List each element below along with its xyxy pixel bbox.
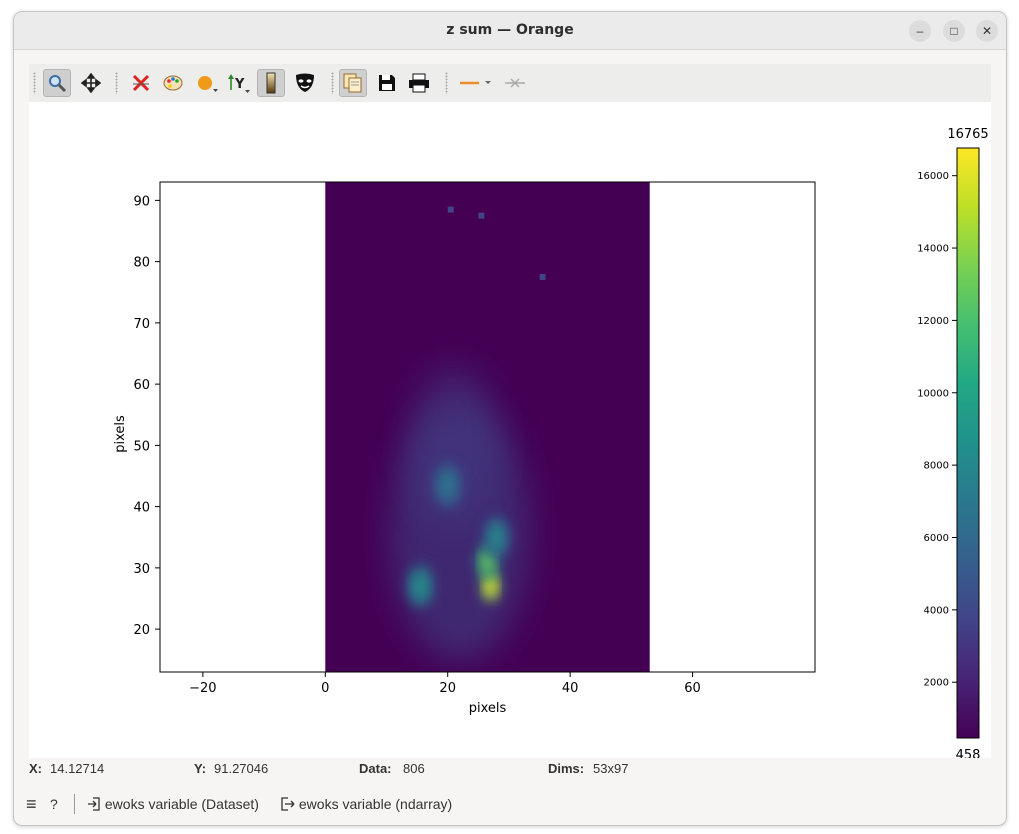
y-tick-label: 40 [133,501,150,516]
toolbar-separator [445,72,448,94]
widget-bottom-bar: ≡ ? ewoks variable (Dataset) ewoks varia… [14,791,1006,819]
x-tick-label: 60 [684,681,701,696]
x-tick-label: 40 [562,681,579,696]
y-tick-label: 20 [133,623,150,638]
line-style-button[interactable] [457,69,497,97]
colorbar-tick-label: 4000 [924,605,949,616]
status-bar: X: 14.12714 Y: 91.27046 Data: 806 Dims: … [14,758,1006,780]
y-coord-label: Y: [194,761,207,776]
heatmap-hotspot [412,572,428,601]
colorbar-button[interactable] [257,69,285,97]
close-button[interactable]: ✕ [976,20,998,42]
data-value: 806 [403,761,425,776]
colorbar-tick-label: 2000 [924,678,949,689]
print-button[interactable] [405,69,433,97]
pan-button[interactable] [77,69,105,97]
colorbar-tick-label: 10000 [917,388,949,399]
input-arrow-icon [88,797,100,811]
toolbar-grip [33,72,36,94]
help-icon[interactable]: ? [50,796,58,812]
reset-zoom-icon [132,74,150,92]
mask-icon [296,73,314,92]
heatmap-hot-pixel [447,206,454,213]
colormap-icon [163,75,183,91]
y-tick-label: 90 [133,194,150,209]
input-signal[interactable]: ewoks variable (Dataset) [87,796,259,812]
menu-icon[interactable]: ≡ [26,795,37,813]
x-axis-label: pixels [469,701,507,716]
colorbar-icon [266,72,276,94]
y-tick-label: 50 [133,439,150,454]
app-window: z sum — Orange – □ ✕ Y −20 0 20 40 60 20… [13,11,1007,826]
copy-icon [343,73,362,93]
plot-toolbar: Y [29,64,991,103]
maximize-button[interactable]: □ [943,20,965,42]
x-tick-label: −20 [189,681,216,696]
save-button[interactable] [373,69,401,97]
output-signal[interactable]: ewoks variable (ndarray) [281,796,452,812]
zoom-button[interactable] [43,69,71,97]
heatmap-hotspot [488,522,505,552]
mask-button[interactable] [291,69,319,97]
colorbar-tick-label: 16000 [917,171,949,182]
copy-button[interactable] [339,69,367,97]
y-tick-label: 80 [133,256,150,271]
heatmap-hot-pixel [478,212,485,219]
dims-label: Dims: [548,761,585,776]
window-title: z sum — Orange [446,22,574,38]
toolbar-separator [331,72,334,94]
y-coord-value: 91.27046 [214,761,269,776]
pan-icon [81,73,101,93]
curve-style-button[interactable] [193,69,221,97]
y-axis-button[interactable]: Y [225,69,253,97]
bottom-divider [74,794,75,814]
dims-value: 53x97 [593,761,629,776]
heatmap-hotspot [439,470,456,500]
reset-zoom-button[interactable] [127,69,155,97]
colorbar-tick-label: 8000 [924,461,949,472]
y-axis-label: pixels [113,415,128,453]
heatmap-plot[interactable]: −20 0 20 40 60 20 30 40 50 60 70 80 90 pixels pixels 1… [29,102,991,763]
colorbar-min-label: 458 [956,748,981,758]
y-tick-label: 70 [133,317,150,332]
crosshair-button[interactable] [501,69,529,97]
save-icon [379,75,395,91]
x-coord-label: X: [29,761,42,776]
colorbar-tick-label: 6000 [924,533,949,544]
svg-text:Y: Y [234,77,245,92]
print-icon [409,73,429,93]
curve-style-icon [198,76,218,92]
heatmap-hot-pixel [539,273,546,280]
x-tick-label: 0 [321,681,329,696]
y-tick-label: 60 [133,378,150,393]
line-style-icon [460,81,491,85]
title-bar: z sum — Orange – □ ✕ [14,12,1006,50]
minimize-button[interactable]: – [909,20,931,42]
colorbar-gradient [956,147,980,739]
x-coord-value: 14.12714 [50,761,105,776]
x-tick-label: 20 [439,681,456,696]
zoom-icon [49,75,67,93]
colorbar-max-label: 16765 [947,127,988,142]
colorbar-tick-label: 12000 [917,316,949,327]
colorbar-tick-label: 14000 [917,244,949,255]
output-signal-label: ewoks variable (ndarray) [298,796,453,812]
crosshair-icon [505,78,525,88]
colormap-button[interactable] [159,69,187,97]
plot-area[interactable]: −20 0 20 40 60 20 30 40 50 60 70 80 90 pixels pixels 1… [29,102,991,763]
input-signal-label: ewoks variable (Dataset) [104,796,259,812]
data-value-label: Data: [359,761,392,776]
y-axis-icon: Y [228,74,250,93]
y-tick-label: 30 [133,562,150,577]
toolbar-separator [115,72,118,94]
output-arrow-icon [281,797,295,811]
